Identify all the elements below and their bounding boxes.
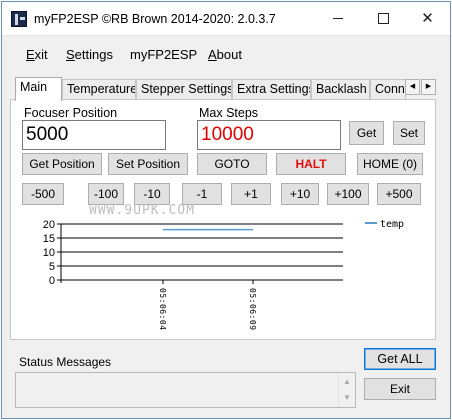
- max-steps-input[interactable]: 10000: [197, 120, 341, 150]
- step-minus-1-button[interactable]: -1: [182, 183, 222, 205]
- get-position-button[interactable]: Get Position: [22, 153, 102, 175]
- tab-main[interactable]: Main: [15, 77, 62, 101]
- y-tick-label: 20: [43, 219, 55, 231]
- get-max-steps-button[interactable]: Get: [349, 121, 384, 145]
- menu-about[interactable]: About: [208, 47, 242, 62]
- tab-conn[interactable]: Conn: [370, 79, 406, 100]
- menu-bar: Exit Settings myFP2ESP About: [2, 36, 450, 68]
- scroll-down-icon[interactable]: ▼: [339, 390, 355, 406]
- y-tick-label: 5: [49, 261, 55, 273]
- tab-scroll-left-icon[interactable]: ◀: [405, 79, 420, 95]
- max-steps-label: Max Steps: [199, 106, 259, 120]
- step-plus-100-button[interactable]: +100: [327, 183, 369, 205]
- step-plus-10-button[interactable]: +10: [281, 183, 319, 205]
- get-all-button[interactable]: Get ALL: [364, 348, 436, 370]
- tab-extra-settings[interactable]: Extra Settings: [232, 79, 311, 100]
- step-minus-100-button[interactable]: -100: [88, 183, 124, 205]
- y-tick-label: 15: [43, 233, 55, 245]
- tab-strip: Main Temperature Stepper Settings Extra …: [2, 77, 450, 101]
- step-minus-10-button[interactable]: -10: [134, 183, 170, 205]
- y-tick-label: 0: [49, 275, 55, 287]
- tab-backlash[interactable]: Backlash: [311, 79, 370, 100]
- scroll-up-icon[interactable]: ▲: [339, 374, 355, 390]
- close-icon[interactable]: ✕: [405, 2, 450, 35]
- exit-button[interactable]: Exit: [364, 378, 436, 400]
- menu-myfp2esp[interactable]: myFP2ESP: [130, 47, 197, 62]
- app-window: myFP2ESP ©RB Brown 2014-2020: 2.0.3.7 ✕ …: [1, 1, 451, 419]
- app-icon: [11, 11, 27, 27]
- x-tick-label: 05:06:09: [248, 288, 257, 331]
- y-tick-label: 10: [43, 247, 55, 259]
- maximize-icon[interactable]: [360, 2, 405, 35]
- watermark-text: WWW.9UPK.COM: [89, 203, 195, 218]
- tab-temperature[interactable]: Temperature: [62, 79, 136, 100]
- menu-settings[interactable]: Settings: [66, 47, 113, 62]
- step-minus-500-button[interactable]: -500: [22, 183, 64, 205]
- halt-button[interactable]: HALT: [276, 153, 346, 175]
- tab-scroll-right-icon[interactable]: ▶: [421, 79, 436, 95]
- status-messages-box[interactable]: ▲ ▼: [15, 372, 356, 408]
- step-plus-1-button[interactable]: +1: [231, 183, 271, 205]
- x-tick-label: 05:06:04: [158, 288, 167, 331]
- temperature-chart: 0 5 10 15 20 05:06:04 05:06:09 temp: [43, 219, 404, 331]
- menu-exit[interactable]: Exit: [26, 47, 48, 62]
- step-plus-500-button[interactable]: +500: [377, 183, 421, 205]
- status-messages-label: Status Messages: [19, 355, 112, 369]
- set-max-steps-button[interactable]: Set: [393, 121, 425, 145]
- focuser-position-label: Focuser Position: [24, 106, 118, 120]
- tab-stepper-settings[interactable]: Stepper Settings: [136, 79, 232, 100]
- set-position-button[interactable]: Set Position: [108, 153, 188, 175]
- home-button[interactable]: HOME (0): [357, 153, 423, 175]
- focuser-position-input[interactable]: 5000: [22, 120, 166, 150]
- minimize-icon[interactable]: [315, 2, 360, 35]
- status-scrollbar[interactable]: ▲ ▼: [338, 373, 355, 407]
- window-title: myFP2ESP ©RB Brown 2014-2020: 2.0.3.7: [34, 12, 276, 26]
- legend-label: temp: [380, 219, 404, 230]
- main-tab-panel: Focuser Position Max Steps 5000 10000 Ge…: [10, 99, 436, 340]
- goto-button[interactable]: GOTO: [197, 153, 267, 175]
- title-bar: myFP2ESP ©RB Brown 2014-2020: 2.0.3.7 ✕: [2, 2, 450, 36]
